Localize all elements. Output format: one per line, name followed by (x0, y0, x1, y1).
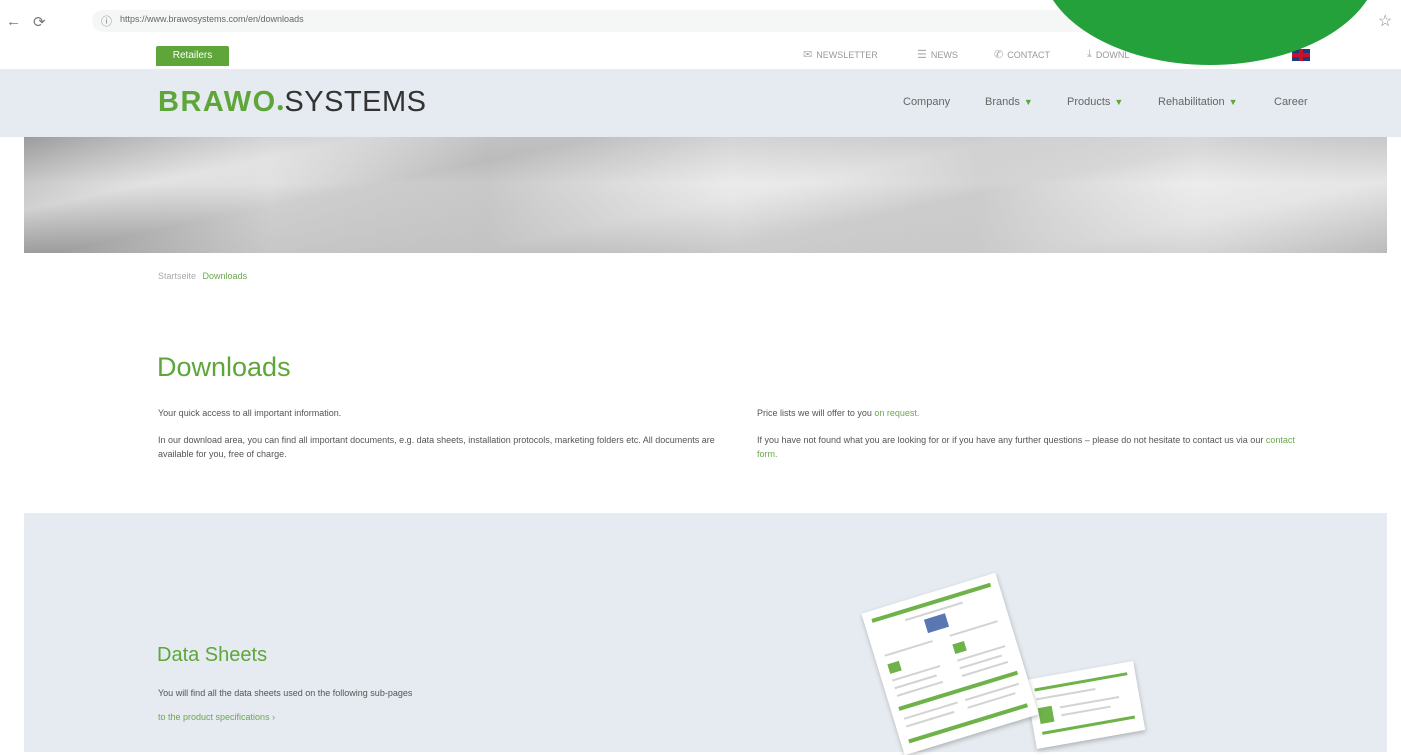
data-sheets-description: You will find all the data sheets used o… (158, 688, 413, 698)
data-sheet-illustration (860, 572, 1170, 755)
contact-label: CONTACT (1007, 49, 1051, 60)
intro-left-body: In our download area, you can find all i… (158, 435, 715, 459)
caret-down-icon: ▼ (1023, 97, 1033, 107)
brand-logo[interactable]: BRAWO●SYSTEMS (158, 86, 427, 119)
menu-rehabilitation[interactable]: Rehabilitation ▼ (1158, 96, 1238, 108)
logo-rest: SYSTEMS (284, 86, 427, 118)
chat-icon: ✆ (994, 49, 1004, 61)
intro-right-lead: Price lists we will offer to you on requ… (757, 406, 1317, 420)
page-info-icon[interactable]: ⓘ (101, 13, 112, 29)
product-specifications-link[interactable]: to the product specifications › (158, 712, 275, 722)
price-list-text: Price lists we will offer to you (757, 408, 875, 418)
news-label: NEWS (930, 49, 958, 60)
newsletter-link[interactable]: ✉ NEWSLETTER (803, 48, 878, 61)
news-link[interactable]: ☰ NEWS (917, 48, 958, 61)
menu-label: Company (903, 96, 951, 108)
back-arrow-icon[interactable]: ← (6, 13, 21, 30)
menu-company[interactable]: Company (903, 96, 950, 108)
menu-products[interactable]: Products ▼ (1067, 96, 1123, 108)
url-text: https://www.brawosystems.com/en/download… (120, 14, 304, 24)
bookmark-star-icon[interactable]: ☆ (1378, 11, 1392, 31)
intro-left-lead: Your quick access to all important infor… (158, 408, 342, 418)
contact-text: If you have not found what you are looki… (757, 435, 1266, 445)
data-sheet-front (861, 572, 1039, 755)
page-title: Downloads (157, 352, 291, 382)
menu-label: Career (1274, 96, 1308, 108)
contact-link[interactable]: ✆ CONTACT (994, 48, 1050, 61)
news-icon: ☰ (917, 49, 927, 61)
on-request-link[interactable]: on request. (874, 408, 919, 418)
caret-down-icon: ▼ (1114, 97, 1124, 107)
download-icon: ⤓ (1087, 48, 1092, 60)
hero-shade (24, 137, 1387, 253)
breadcrumb: Startseite Downloads (158, 271, 247, 281)
menu-label: Brands (985, 96, 1020, 108)
menu-career[interactable]: Career (1274, 96, 1308, 108)
data-sheet-back (1024, 660, 1146, 750)
reload-icon[interactable]: ⟳ (33, 13, 46, 31)
menu-label: Rehabilitation (1158, 96, 1225, 108)
caret-down-icon: ▼ (1228, 97, 1238, 107)
data-sheets-title: Data Sheets (157, 644, 268, 666)
newsletter-label: NEWSLETTER (816, 49, 878, 60)
logo-brand: BRAWO (158, 86, 277, 118)
menu-label: Products (1067, 96, 1111, 108)
menu-brands[interactable]: Brands ▼ (985, 96, 1033, 108)
breadcrumb-home[interactable]: Startseite (158, 271, 196, 281)
intro-right-body: If you have not found what you are looki… (757, 433, 1317, 461)
retailers-button[interactable]: Retailers (156, 46, 229, 66)
envelope-icon: ✉ (803, 49, 813, 61)
breadcrumb-current: Downloads (202, 271, 248, 281)
